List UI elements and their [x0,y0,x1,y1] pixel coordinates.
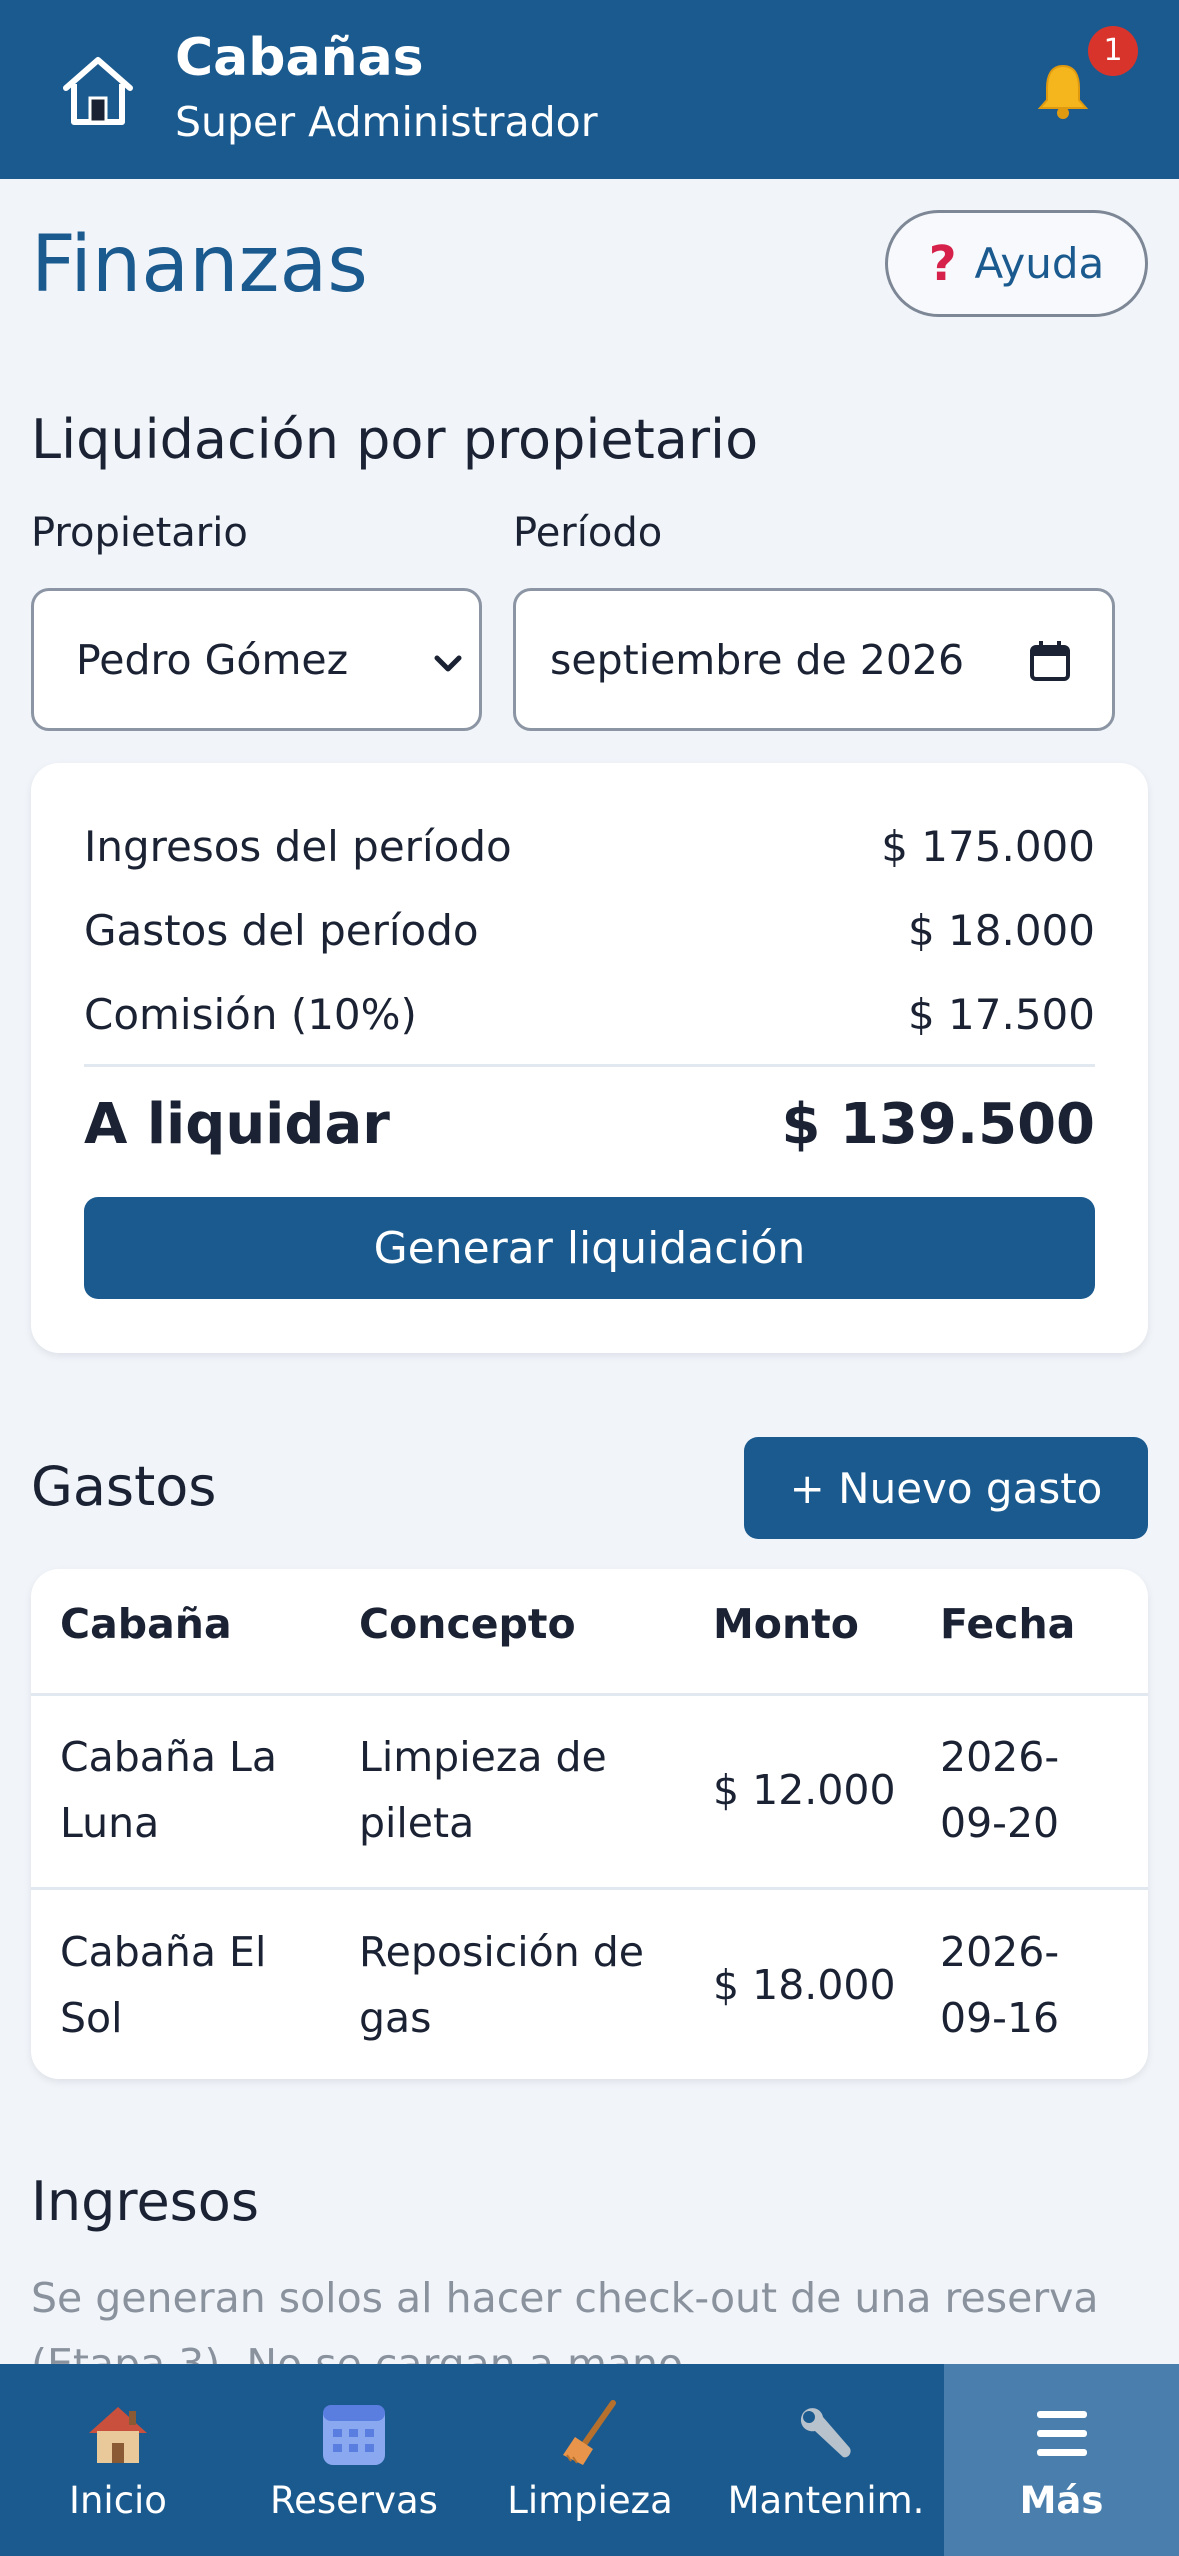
row-divider [31,1887,1148,1890]
nav-item-mas[interactable]: Más [944,2364,1179,2556]
total-row: A liquidar $ 139.500 [84,1092,1095,1157]
column-header-concept: Concepto [359,1600,576,1648]
calendar-icon [323,2404,385,2465]
nav-item-mantenimiento[interactable]: Mantenim. [708,2364,944,2556]
cell-cabin: Cabaña La Luna [60,1733,278,1847]
cell-amount: $ 18.000 [713,1961,896,2009]
column-header-date: Fecha [940,1600,1076,1648]
total-value: $ 139.500 [781,1092,1095,1157]
income-label: Ingresos del período [84,822,512,871]
app-title: Cabañas [175,28,424,88]
wrench-icon [800,2407,851,2457]
nav-item-reservas[interactable]: Reservas [236,2364,472,2556]
period-date-value: septiembre de 2026 [550,635,965,684]
help-button[interactable]: ? Ayuda [885,210,1148,317]
cell-amount: $ 12.000 [713,1766,896,1814]
header-divider [31,1693,1148,1696]
page-title: Finanzas [31,220,368,310]
period-date-input[interactable]: septiembre de 2026 [513,588,1115,731]
owner-select[interactable]: Pedro Gómez [31,588,482,731]
top-bar: Cabañas Super Administrador 1 [0,0,1179,179]
help-label: Ayuda [974,239,1105,288]
expenses-label: Gastos del período [84,906,479,955]
menu-icon [1036,2410,1087,2456]
commission-value: $ 17.500 [907,990,1095,1039]
owner-select-value: Pedro Gómez [76,635,349,684]
income-row: Ingresos del período $ 175.000 [84,822,1095,871]
cell-concept: Limpieza de pileta [359,1733,607,1847]
period-label: Período [513,510,663,556]
question-icon: ? [928,235,957,292]
user-role: Super Administrador [175,98,598,146]
new-expense-button[interactable]: + Nuevo gasto [744,1437,1148,1539]
expenses-value: $ 18.000 [907,906,1095,955]
cell-concept: Reposición de gas [359,1928,645,2042]
bell-icon[interactable] [1035,60,1091,120]
cell-cabin: Cabaña El Sol [60,1928,267,2042]
commission-row: Comisión (10%) $ 17.500 [84,990,1095,1039]
house-icon [89,2406,147,2463]
chevron-down-icon [434,655,462,672]
total-label: A liquidar [84,1092,390,1157]
commission-label: Comisión (10%) [84,990,417,1039]
summary-divider [84,1064,1095,1067]
broom-icon [563,2399,616,2465]
nav-item-limpieza[interactable]: Limpieza [472,2364,708,2556]
bottom-nav: Inicio Reservas Limpieza Mantenim. Más [0,2364,1179,2556]
column-header-amount: Monto [713,1600,859,1648]
income-heading: Ingresos [31,2170,259,2233]
notification-badge: 1 [1088,26,1138,76]
expenses-row: Gastos del período $ 18.000 [84,906,1095,955]
owner-label: Propietario [31,510,248,556]
generate-settlement-button[interactable]: Generar liquidación [84,1197,1095,1299]
home-icon[interactable] [58,50,138,130]
cell-date: 2026- 09-20 [940,1733,1060,1847]
expenses-heading: Gastos [31,1455,217,1518]
calendar-picker-icon[interactable] [1028,639,1072,683]
nav-item-inicio[interactable]: Inicio [0,2364,236,2556]
cell-date: 2026- 09-16 [940,1928,1060,2042]
settlement-heading: Liquidación por propietario [31,408,759,471]
column-header-cabin: Cabaña [60,1600,232,1648]
income-value: $ 175.000 [881,822,1095,871]
